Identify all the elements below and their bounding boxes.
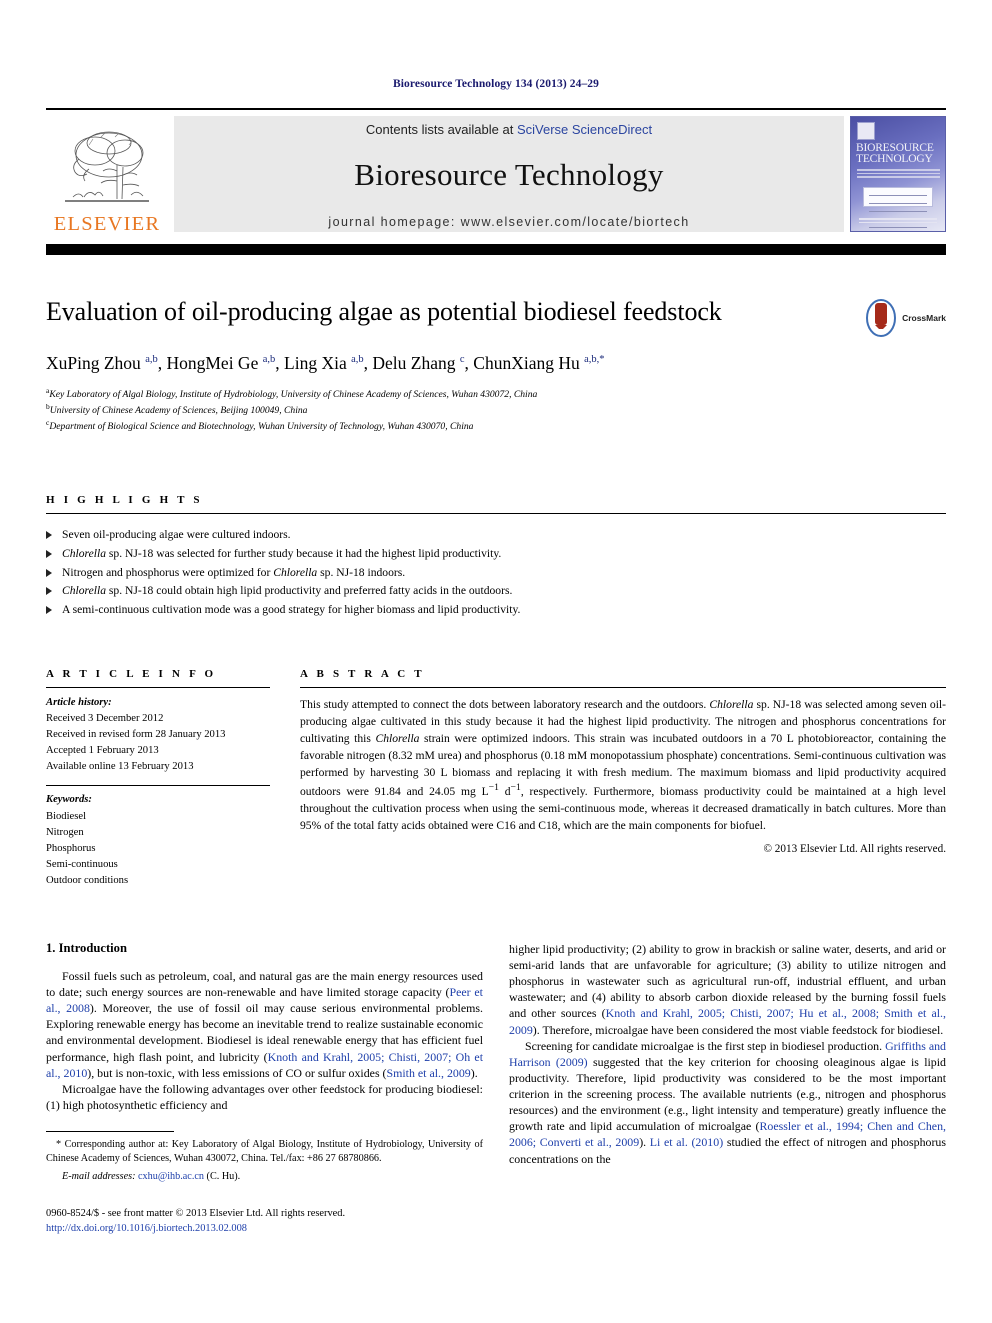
masthead-black-bar [46,244,946,255]
contents-prefix: Contents lists available at [365,121,517,137]
body-column-left: 1. Introduction Fossil fuels such as pet… [46,941,483,1236]
body-column-right: higher lipid productivity; (2) ability t… [509,941,946,1236]
keyword-item: Outdoor conditions [46,874,129,886]
article-history: Article history: Received 3 December 201… [46,695,270,775]
paragraph: Fossil fuels such as petroleum, coal, an… [46,968,484,1080]
paragraph: higher lipid productivity; (2) ability t… [509,941,947,1037]
history-accepted: Accepted 1 February 2013 [46,745,159,757]
abstract-column: A B S T R A C T This study attempted to … [300,668,946,889]
keyword-item: Nitrogen [46,826,84,838]
cover-footer-lines [859,218,937,225]
cover-elsevier-icon [857,122,875,140]
keyword-item: Phosphorus [46,842,96,854]
highlight-item: Chlorella sp. NJ-18 was selected for fur… [46,545,946,564]
cover-figure [863,187,933,228]
cover-subtext-lines [857,169,940,183]
abstract-rule [300,686,946,688]
paper-page: Bioresource Technology 134 (2013) 24–29 [0,0,992,1323]
email-address[interactable]: cxhu@ihb.ac.cn [138,1171,204,1182]
highlights-rule [46,513,946,515]
crossmark-badge[interactable]: CrossMark [864,299,946,337]
highlight-item: Chlorella sp. NJ-18 could obtain high li… [46,582,946,601]
affiliations: aKey Laboratory of Algal Biology, Instit… [46,386,946,434]
sciencedirect-link[interactable]: SciVerse ScienceDirect [517,122,652,137]
history-revised: Received in revised form 28 January 2013 [46,729,226,741]
footnote-block: * Corresponding author at: Key Laborator… [46,1131,483,1236]
triangle-bullet-icon [46,587,52,596]
highlight-item: Nitrogen and phosphorus were optimized f… [46,564,946,583]
affiliation-a: aKey Laboratory of Algal Biology, Instit… [46,385,538,400]
elsevier-wordmark: ELSEVIER [53,212,161,235]
triangle-bullet-icon [46,531,52,540]
abstract-copyright: © 2013 Elsevier Ltd. All rights reserved… [763,843,947,856]
journal-band: Contents lists available at SciVerse Sci… [174,116,844,232]
highlight-item: A semi-continuous cultivation mode was a… [46,601,946,620]
affiliation-c: cDepartment of Biological Science and Bi… [46,417,474,433]
history-received: Received 3 December 2012 [46,713,164,725]
crossmark-label: CrossMark [902,313,946,323]
contents-lists-line: Contents lists available at SciVerse Sci… [366,122,652,137]
elsevier-tree-icon [59,125,155,213]
triangle-bullet-icon [46,549,52,558]
footnote-rule [46,1131,174,1133]
affiliation-b: bUniversity of Chinese Academy of Scienc… [46,401,308,417]
keyword-item: Semi-continuous [46,858,118,870]
journal-masthead: ELSEVIER Contents lists available at Sci… [46,110,946,238]
highlight-item: Seven oil-producing algae were cultured … [46,526,946,545]
journal-homepage[interactable]: journal homepage: www.elsevier.com/locat… [328,215,689,229]
triangle-bullet-icon [46,568,52,577]
corresponding-author-note: * Corresponding author at: Key Laborator… [46,1139,483,1165]
abstract-heading: A B S T R A C T [300,667,425,680]
article-history-label: Article history: [46,696,112,708]
info-abstract-row: A R T I C L E I N F O Article history: R… [46,668,946,889]
email-note: E-mail addresses: cxhu@ihb.ac.cn (C. Hu)… [46,1170,483,1184]
keywords-label: Keywords: [46,794,92,806]
paragraph: Microalgae have the following advantages… [46,1081,483,1112]
highlights-heading: H I G H L I G H T S [46,494,203,507]
journal-cover-thumbnail: BIORESOURCE TECHNOLOGY [850,116,946,232]
journal-title: Bioresource Technology [354,156,664,192]
author-list: XuPing Zhou a,b, HongMei Ge a,b, Ling Xi… [46,353,605,373]
keyword-item: Biodiesel [46,810,87,822]
email-suffix: (C. Hu). [206,1170,241,1182]
paragraph: Screening for candidate microalgae is th… [509,1038,947,1166]
triangle-bullet-icon [46,606,52,615]
cover-title: BIORESOURCE TECHNOLOGY [856,142,934,165]
keywords-block: Keywords: Biodiesel Nitrogen Phosphorus … [46,785,270,889]
page-content: Bioresource Technology 134 (2013) 24–29 [46,0,946,1236]
article-info-heading: A R T I C L E I N F O [46,667,217,680]
crossmark-icon [864,299,898,337]
page-title: Evaluation of oil-producing algae as pot… [46,297,722,326]
abstract-text: This study attempted to connect the dots… [300,697,946,833]
article-info-rule [46,686,270,688]
elsevier-logo: ELSEVIER [46,110,168,238]
running-head: Bioresource Technology 134 (2013) 24–29 [392,78,599,90]
issn-line: 0960-8524/$ - see front matter © 2013 El… [46,1207,346,1219]
issn-block: 0960-8524/$ - see front matter © 2013 El… [46,1206,483,1236]
highlights-list: Seven oil-producing algae were cultured … [46,526,946,620]
title-row: Evaluation of oil-producing algae as pot… [46,297,946,337]
history-online: Available online 13 February 2013 [46,761,194,773]
email-label: E-mail addresses: [62,1170,136,1182]
section-heading-introduction: 1. Introduction [46,940,127,955]
doi-link[interactable]: http://dx.doi.org/10.1016/j.biortech.201… [46,1221,483,1236]
article-info-column: A R T I C L E I N F O Article history: R… [46,668,300,889]
body-columns: 1. Introduction Fossil fuels such as pet… [46,941,946,1236]
